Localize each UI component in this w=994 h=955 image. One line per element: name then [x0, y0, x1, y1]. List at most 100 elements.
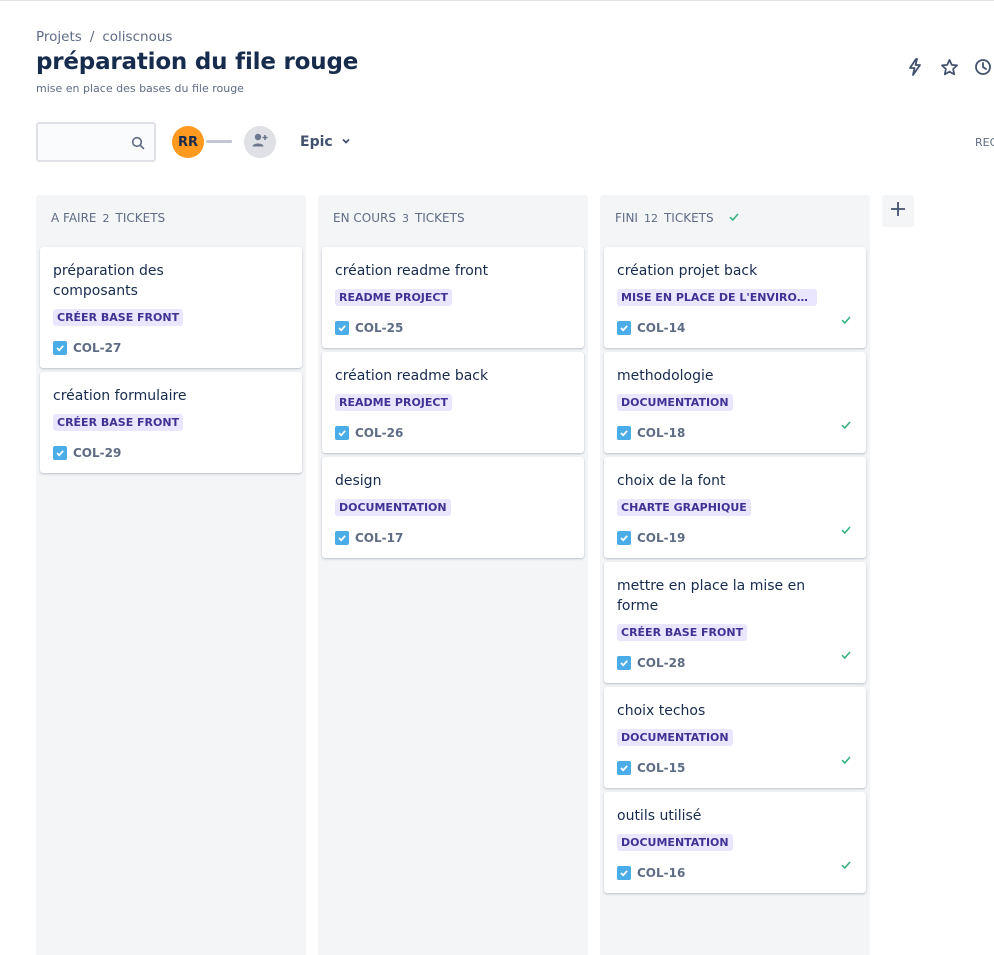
- issue-card[interactable]: methodologie DOCUMENTATION COL-18: [604, 352, 866, 453]
- breadcrumb-projects-link[interactable]: Projets: [36, 29, 82, 45]
- issue-key: COL-19: [637, 531, 686, 545]
- issue-title: création readme back: [335, 368, 489, 384]
- column-count-label: TICKETS: [115, 211, 166, 225]
- issue-title: choix techos: [617, 703, 706, 719]
- column-count: 12: [643, 211, 658, 225]
- column-a-faire: A FAIRE 2 TICKETS préparation des compos…: [36, 195, 306, 955]
- page-subtitle: mise en place des bases du file rouge: [36, 82, 244, 95]
- issue-key: COL-29: [73, 446, 122, 460]
- epic-lozenge: README PROJECT: [335, 394, 452, 411]
- issue-title: mettre en place la mise en forme: [617, 578, 806, 614]
- issue-title: création formulaire: [53, 388, 187, 404]
- epic-lozenge: DOCUMENTATION: [617, 729, 733, 746]
- epic-lozenge: CHARTE GRAPHIQUE: [617, 499, 751, 516]
- done-check-icon: [840, 311, 852, 330]
- column-name: EN COURS: [333, 211, 396, 225]
- search-box[interactable]: [36, 122, 156, 162]
- task-checkbox-icon: [617, 426, 631, 440]
- done-check-icon: [840, 646, 852, 665]
- issue-key: COL-27: [73, 341, 122, 355]
- task-checkbox-icon: [617, 761, 631, 775]
- epic-lozenge: DOCUMENTATION: [617, 394, 733, 411]
- issue-card[interactable]: préparation des composants CRÉER BASE FR…: [40, 247, 302, 368]
- issue-title: outils utilisé: [617, 808, 702, 824]
- issue-title: création readme front: [335, 263, 489, 279]
- column-en-cours: EN COURS 3 TICKETS création readme front…: [318, 195, 588, 955]
- issue-title: préparation des composants: [53, 263, 164, 299]
- breadcrumb-separator: /: [89, 29, 95, 45]
- task-checkbox-icon: [617, 866, 631, 880]
- header-actions: [904, 56, 994, 78]
- breadcrumb-project-link[interactable]: coliscnous: [102, 29, 172, 45]
- issue-card[interactable]: création projet back MISE EN PLACE DE L'…: [604, 247, 866, 348]
- issue-key: COL-16: [637, 866, 686, 880]
- issue-key: COL-14: [637, 321, 686, 335]
- issue-key: COL-28: [637, 656, 686, 670]
- grouping-label[interactable]: REG: [975, 136, 994, 149]
- done-check-icon: [840, 856, 852, 875]
- epic-lozenge: DOCUMENTATION: [617, 834, 733, 851]
- issue-card[interactable]: choix techos DOCUMENTATION COL-15: [604, 687, 866, 788]
- issue-title: choix de la font: [617, 473, 726, 489]
- avatar-signature-image: [206, 140, 232, 143]
- issue-key: COL-26: [355, 426, 404, 440]
- task-checkbox-icon: [335, 531, 349, 545]
- top-divider: [0, 0, 994, 1]
- epic-lozenge: CRÉER BASE FRONT: [617, 624, 748, 641]
- done-check-icon: [840, 521, 852, 540]
- add-column-button[interactable]: [882, 195, 914, 227]
- column-header: FINI 12 TICKETS: [600, 195, 870, 241]
- column-count-label: TICKETS: [663, 211, 714, 225]
- done-check-icon: [840, 751, 852, 770]
- issue-card[interactable]: mettre en place la mise en forme CRÉER B…: [604, 562, 866, 683]
- task-checkbox-icon: [617, 656, 631, 670]
- issue-card[interactable]: création readme front README PROJECT COL…: [322, 247, 584, 348]
- issue-card[interactable]: outils utilisé DOCUMENTATION COL-16: [604, 792, 866, 893]
- task-checkbox-icon: [335, 426, 349, 440]
- column-count-label: TICKETS: [414, 211, 465, 225]
- breadcrumb: Projets / coliscnous: [36, 29, 172, 45]
- issue-key: COL-17: [355, 531, 404, 545]
- column-name: A FAIRE: [51, 211, 97, 225]
- column-name: FINI: [615, 211, 638, 225]
- add-people-button[interactable]: [244, 126, 276, 158]
- search-icon: [131, 135, 145, 154]
- epic-lozenge: DOCUMENTATION: [335, 499, 451, 516]
- issue-title: création projet back: [617, 263, 758, 279]
- issue-key: COL-18: [637, 426, 686, 440]
- task-checkbox-icon: [53, 341, 67, 355]
- epic-lozenge: CRÉER BASE FRONT: [53, 414, 184, 431]
- issue-key: COL-25: [355, 321, 404, 335]
- column-header: EN COURS 3 TICKETS: [318, 195, 588, 241]
- lightning-icon[interactable]: [904, 56, 926, 78]
- avatar[interactable]: RR: [172, 126, 204, 158]
- epic-filter-dropdown[interactable]: Epic: [300, 134, 351, 150]
- epic-filter-label: Epic: [300, 134, 333, 150]
- task-checkbox-icon: [617, 531, 631, 545]
- search-input[interactable]: [38, 124, 128, 160]
- clock-icon[interactable]: [972, 56, 994, 78]
- epic-lozenge: README PROJECT: [335, 289, 452, 306]
- epic-lozenge: CRÉER BASE FRONT: [53, 309, 184, 326]
- add-user-icon: [251, 131, 269, 153]
- issue-card[interactable]: choix de la font CHARTE GRAPHIQUE COL-19: [604, 457, 866, 558]
- issue-card[interactable]: création formulaire CRÉER BASE FRONT COL…: [40, 372, 302, 473]
- task-checkbox-icon: [617, 321, 631, 335]
- page-title: préparation du file rouge: [36, 49, 359, 75]
- column-fini: FINI 12 TICKETS création projet back MIS…: [600, 195, 870, 955]
- column-count: 2: [102, 211, 110, 225]
- column-count: 3: [401, 211, 409, 225]
- issue-title: design: [335, 473, 382, 489]
- done-column-check-icon: [728, 211, 740, 226]
- issue-key: COL-15: [637, 761, 686, 775]
- chevron-down-icon: [341, 134, 351, 150]
- task-checkbox-icon: [335, 321, 349, 335]
- issue-title: methodologie: [617, 368, 714, 384]
- column-header: A FAIRE 2 TICKETS: [36, 195, 306, 241]
- epic-lozenge: MISE EN PLACE DE L'ENVIRONNE...: [617, 289, 817, 306]
- issue-card[interactable]: design DOCUMENTATION COL-17: [322, 457, 584, 558]
- star-icon[interactable]: [938, 56, 960, 78]
- plus-icon: [889, 200, 907, 222]
- task-checkbox-icon: [53, 446, 67, 460]
- issue-card[interactable]: création readme back README PROJECT COL-…: [322, 352, 584, 453]
